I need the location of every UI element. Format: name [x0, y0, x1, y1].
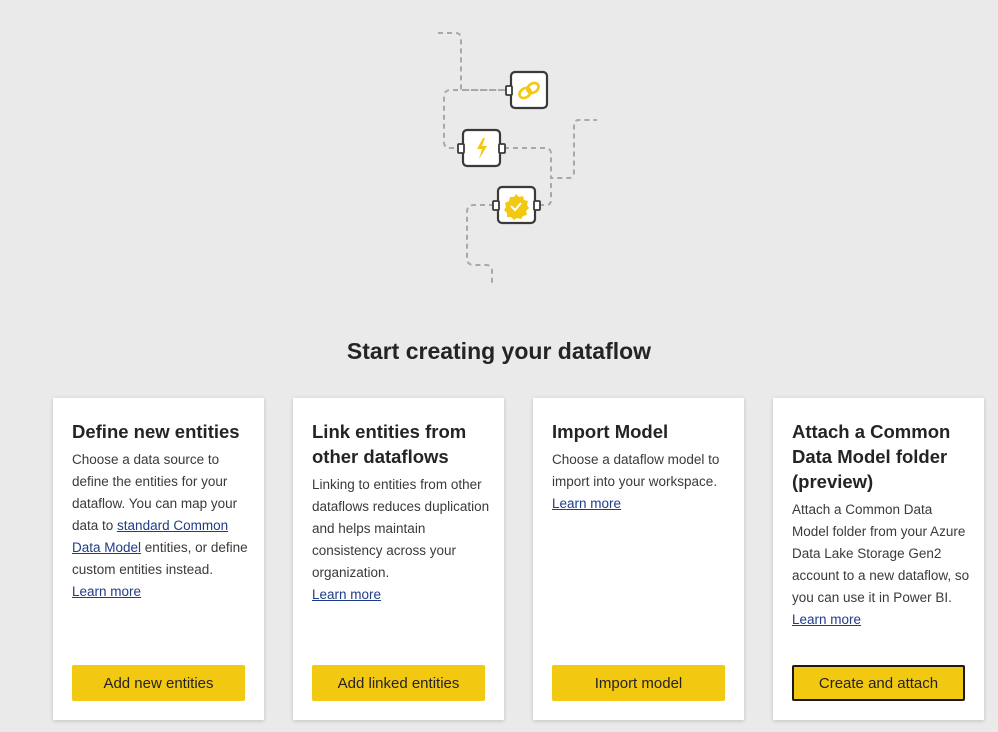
card-description-text: Attach a Common Data Model folder from y… [792, 502, 970, 605]
card-attach-cdm-folder: Attach a Common Data Model folder (previ… [773, 398, 984, 720]
learn-more-link[interactable]: Learn more [312, 587, 381, 602]
card-description: Attach a Common Data Model folder from y… [792, 499, 970, 631]
lightning-node [457, 128, 506, 168]
card-description: Choose a dataflow model to import into y… [552, 449, 730, 515]
card-title: Attach a Common Data Model folder (previ… [792, 421, 951, 492]
card-title: Link entities from other dataflows [312, 421, 467, 467]
add-new-entities-button[interactable]: Add new entities [72, 665, 245, 701]
add-linked-entities-button[interactable]: Add linked entities [312, 665, 485, 701]
create-and-attach-button[interactable]: Create and attach [792, 665, 965, 701]
learn-more-link[interactable]: Learn more [792, 612, 861, 627]
card-description: Linking to entities from other dataflows… [312, 474, 490, 606]
card-description-text: Linking to entities from other dataflows… [312, 477, 490, 580]
card-title: Define new entities [72, 421, 240, 442]
card-description: Choose a data source to define the entit… [72, 449, 250, 603]
learn-more-link[interactable]: Learn more [72, 584, 141, 599]
verified-node [492, 185, 541, 225]
link-node [505, 70, 549, 110]
card-link-entities: Link entities from other dataflows Linki… [293, 398, 504, 720]
import-model-button[interactable]: Import model [552, 665, 725, 701]
card-title: Import Model [552, 421, 669, 442]
learn-more-link[interactable]: Learn more [552, 496, 621, 511]
card-import-model: Import Model Choose a dataflow model to … [533, 398, 744, 720]
card-description-text: Choose a dataflow model to import into y… [552, 452, 720, 489]
dataflow-illustration [438, 32, 597, 284]
page-title: Start creating your dataflow [346, 338, 652, 364]
card-define-new-entities: Define new entities Choose a data source… [53, 398, 264, 720]
